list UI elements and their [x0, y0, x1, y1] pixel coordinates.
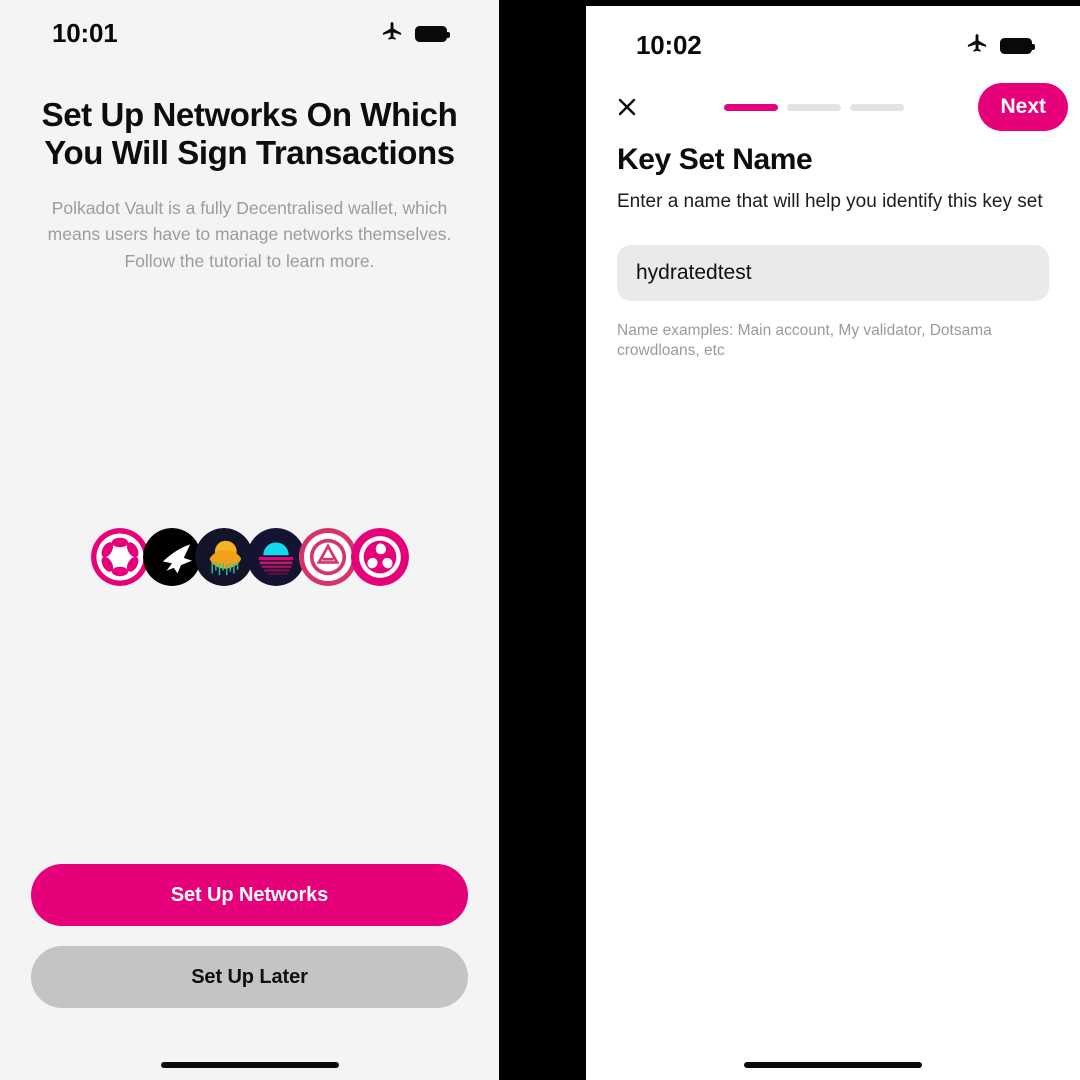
status-bar-clock: 10:01	[52, 18, 118, 48]
home-indicator-right	[744, 1062, 922, 1068]
astar-network-icon	[246, 528, 305, 586]
battery-fill	[417, 27, 445, 40]
kusama-network-icon	[142, 528, 201, 586]
wizard-progress-indicator	[650, 103, 978, 111]
wizard-nav-bar: Next	[586, 82, 1080, 132]
network-icon-row	[0, 528, 499, 586]
page-subtitle: Polkadot Vault is a fully Decentralised …	[47, 197, 452, 272]
moonbeam-network-icon	[298, 528, 357, 586]
battery-fill	[1002, 39, 1030, 52]
onboarding-header: Set Up Networks On Which You Will Sign T…	[28, 96, 471, 275]
form-description: Enter a name that will help you identify…	[617, 191, 1043, 212]
left-phone-screen: 10:01 Set Up Networks On Which You Will …	[0, 0, 499, 1080]
polkadot-network-icon	[90, 528, 149, 586]
set-up-networks-button[interactable]: Set Up Networks	[31, 864, 468, 926]
status-bar-icons	[381, 20, 450, 48]
airplane-mode-icon	[966, 32, 989, 60]
status-bar-clock: 10:02	[636, 30, 702, 60]
key-set-name-form: Key Set Name Enter a name that will help…	[617, 142, 1049, 361]
key-set-name-input[interactable]	[617, 244, 1049, 301]
airplane-mode-icon	[381, 20, 404, 48]
onboarding-actions: Set Up Networks Set Up Later	[31, 864, 468, 1008]
status-bar-right: 10:02	[586, 30, 1080, 61]
set-up-later-button[interactable]: Set Up Later	[31, 946, 468, 1008]
acala-network-icon	[194, 528, 253, 586]
progress-segment-2	[787, 103, 842, 111]
battery-full-icon	[1000, 37, 1035, 54]
close-button[interactable]	[604, 84, 650, 130]
battery-full-icon	[415, 25, 450, 42]
progress-segment-3	[850, 103, 905, 111]
right-phone-screen: 10:02 Next Key Set Name Enter a name tha…	[586, 6, 1080, 1080]
status-bar-icons	[966, 32, 1035, 60]
status-bar-left: 10:01	[0, 18, 499, 49]
next-button[interactable]: Next	[978, 83, 1068, 131]
progress-segment-1	[724, 103, 779, 111]
home-indicator-left	[160, 1062, 339, 1068]
form-title: Key Set Name	[617, 143, 813, 176]
westend-network-icon	[350, 528, 409, 586]
close-icon	[618, 98, 636, 116]
page-title: Set Up Networks On Which You Will Sign T…	[41, 96, 458, 172]
form-help-text: Name examples: Main account, My validato…	[617, 321, 992, 359]
dual-screenshot-stage: 10:01 Set Up Networks On Which You Will …	[0, 0, 1080, 1080]
